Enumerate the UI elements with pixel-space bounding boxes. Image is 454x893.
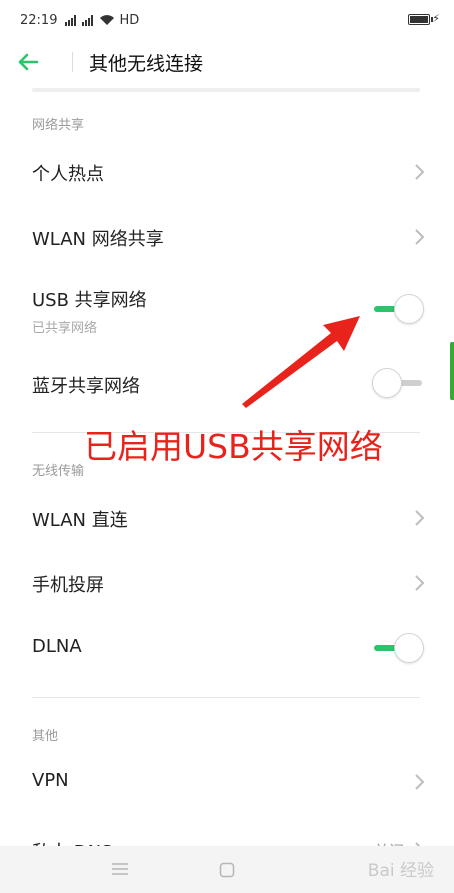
annotation-text: 已启用USB共享网络 [84, 427, 383, 466]
toggle-knob [394, 633, 424, 663]
menu-icon[interactable] [111, 862, 129, 876]
status-bar: 22:19 HD ⚡ [0, 0, 454, 40]
row-label: VPN [32, 770, 69, 791]
row-sublabel: 已共享网络 [32, 321, 98, 336]
chevron-right-icon [415, 229, 425, 245]
bluetooth-sharing-toggle[interactable] [372, 368, 422, 398]
section-header-wireless: 无线传输 [32, 464, 85, 479]
app-bar: 其他无线连接 [0, 40, 454, 84]
charging-icon: ⚡ [432, 12, 440, 25]
row-dlna[interactable]: DLNA [0, 616, 454, 680]
row-label: DLNA [32, 636, 82, 657]
toggle-knob [394, 294, 424, 324]
back-button[interactable] [0, 40, 72, 84]
page-title: 其他无线连接 [89, 52, 204, 75]
row-bluetooth-sharing[interactable]: 蓝牙共享网络 [0, 352, 454, 416]
watermark: Bai 经验 [367, 861, 434, 881]
chevron-right-icon [415, 510, 425, 526]
toggle-knob [372, 368, 402, 398]
nav-bar: Bai 经验 [0, 846, 454, 893]
signal-icon [65, 14, 77, 26]
row-label: 个人热点 [32, 164, 104, 185]
row-label: WLAN 直连 [32, 510, 128, 531]
network-type: HD [119, 12, 140, 28]
chevron-right-icon [415, 164, 425, 180]
row-label: WLAN 网络共享 [32, 229, 164, 250]
row-screen-cast[interactable]: 手机投屏 [0, 551, 454, 615]
battery-icon [408, 14, 433, 25]
status-time: 22:19 [20, 12, 58, 28]
row-vpn[interactable]: VPN [0, 750, 454, 814]
row-label: USB 共享网络 [32, 290, 147, 311]
signal-icon-2 [82, 14, 94, 26]
row-hotspot[interactable]: 个人热点 [0, 140, 454, 204]
section-divider [32, 697, 420, 698]
edge-handle[interactable] [450, 342, 454, 400]
row-wlan-direct[interactable]: WLAN 直连 [0, 486, 454, 550]
arrow-left-icon [18, 53, 39, 71]
chevron-right-icon [415, 774, 425, 790]
chevron-right-icon [415, 575, 425, 591]
section-header-other: 其他 [32, 729, 59, 744]
row-usb-sharing[interactable]: USB 共享网络 已共享网络 [0, 276, 454, 344]
usb-sharing-toggle[interactable] [374, 294, 424, 324]
dlna-toggle[interactable] [374, 633, 424, 663]
row-label: 蓝牙共享网络 [32, 376, 140, 397]
row-label: 手机投屏 [32, 575, 104, 596]
header-divider [32, 88, 420, 92]
section-header-sharing: 网络共享 [32, 118, 85, 133]
wifi-icon [100, 15, 115, 25]
row-wlan-sharing[interactable]: WLAN 网络共享 [0, 205, 454, 269]
square-icon[interactable] [219, 862, 235, 878]
title-separator [72, 52, 73, 72]
